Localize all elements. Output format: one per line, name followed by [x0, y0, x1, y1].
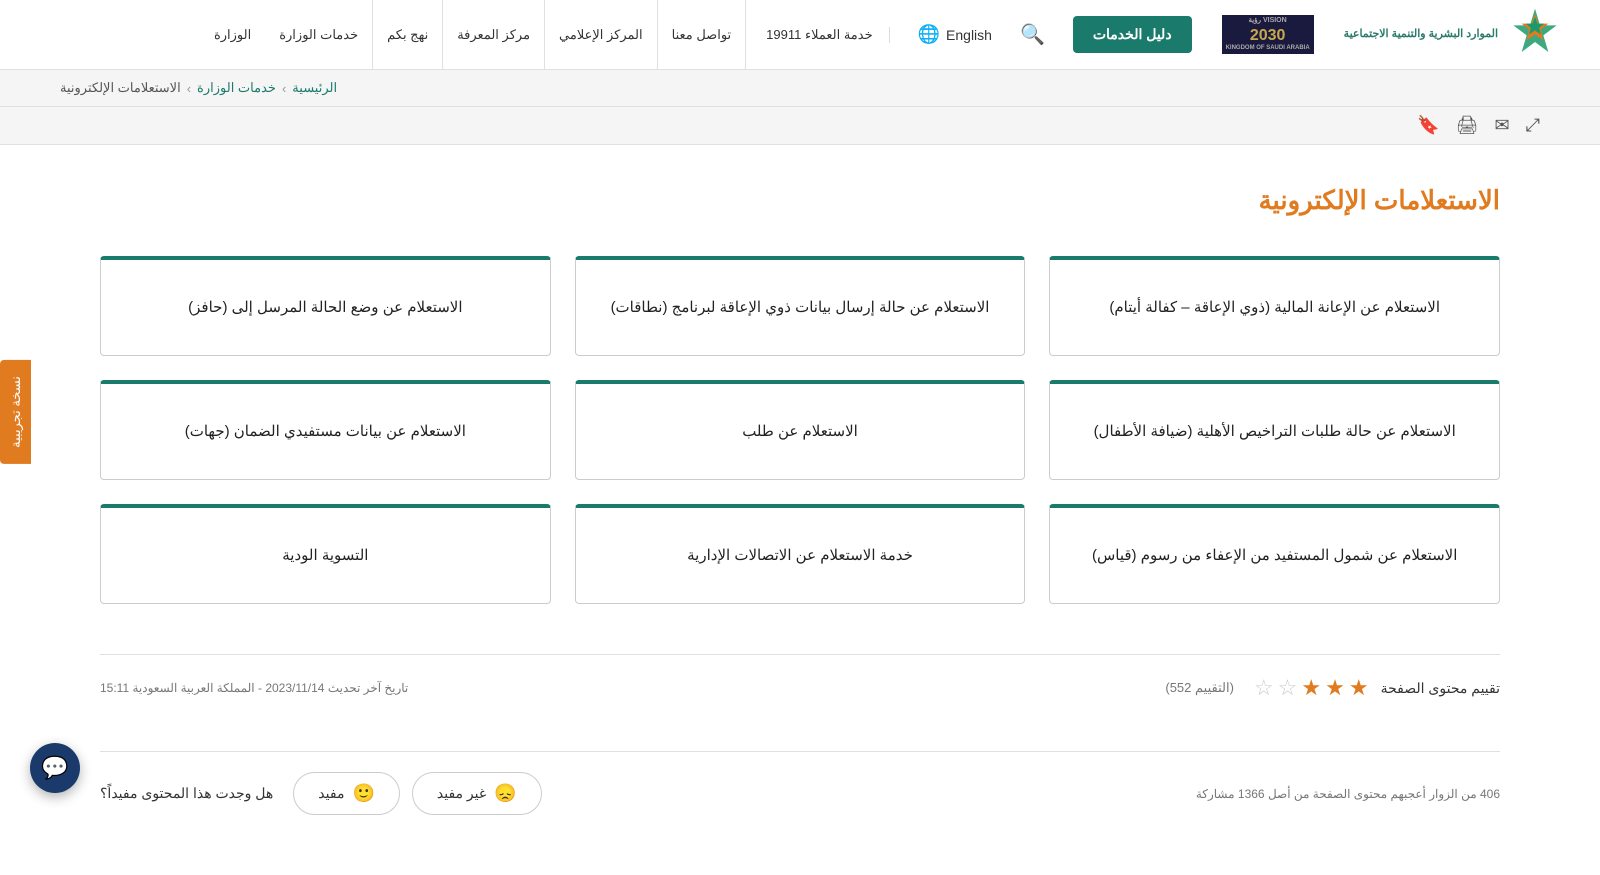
header: الموارد البشرية والتنمية الاجتماعية VISI… — [0, 0, 1600, 70]
card-text-4: الاستعلام عن طلب — [742, 419, 858, 445]
breadcrumb: الرئيسية › خدمات الوزارة › الاستعلامات ا… — [0, 70, 1600, 107]
not-useful-label: غير مفيد — [437, 785, 486, 802]
rating-count: (التقييم 552) — [1165, 680, 1234, 696]
breadcrumb-sep-2: › — [187, 81, 191, 96]
rating-right: تقييم محتوى الصفحة ☆ ☆ ★ ★ ★ (التقييم 55… — [1165, 675, 1500, 701]
card-children-license[interactable]: الاستعلام عن حالة طلبات التراخيص الأهلية… — [1049, 380, 1500, 480]
useful-button[interactable]: 🙂 مفيد — [293, 772, 400, 815]
rating-stars[interactable]: ☆ ☆ ★ ★ ★ — [1254, 675, 1369, 701]
breadcrumb-home[interactable]: الرئيسية — [292, 80, 337, 96]
print-icon[interactable]: 🖨 — [1456, 115, 1479, 136]
card-financial-aid[interactable]: الاستعلام عن الإعانة المالية (ذوي الإعاق… — [1049, 256, 1500, 356]
language-selector[interactable]: English 🌐 — [918, 24, 992, 45]
language-label: English — [946, 27, 992, 43]
vision-text: VISION رؤية 2030 KINGDOM OF SAUDI ARABIA — [1222, 15, 1314, 54]
card-qiyas-exemption[interactable]: الاستعلام عن شمول المستفيد من الإعفاء من… — [1049, 504, 1500, 604]
card-settlement[interactable]: التسوية الودية — [100, 504, 551, 604]
not-useful-button[interactable]: 😞 غير مفيد — [412, 772, 542, 815]
feedback-section: 406 من الزوار أعجبهم محتوى الصفحة من أصل… — [100, 751, 1500, 835]
feedback-buttons: 😞 غير مفيد 🙂 مفيد — [293, 772, 541, 815]
update-date: تاريخ آخر تحديث 2023/11/14 - المملكة الع… — [100, 681, 408, 695]
card-admin-comm[interactable]: خدمة الاستعلام عن الاتصالات الإدارية — [575, 504, 1026, 604]
card-request-status[interactable]: الاستعلام عن طلب — [575, 380, 1026, 480]
search-icon[interactable]: 🔍 — [1020, 22, 1045, 47]
star-2[interactable]: ★ — [1325, 675, 1345, 701]
nav-item-ministry[interactable]: الوزارة — [200, 0, 265, 70]
useful-icon: 🙂 — [352, 783, 374, 804]
ministry-logo — [1510, 7, 1560, 62]
nav-item-knowledge[interactable]: مركز المعرفة — [443, 0, 545, 70]
star-3[interactable]: ★ — [1301, 675, 1321, 701]
toolbar: ⤢ ✉ 🖨 🔖 — [0, 107, 1600, 145]
services-button[interactable]: دليل الخدمات — [1073, 16, 1192, 53]
card-text-3: الاستعلام عن حالة طلبات التراخيص الأهلية… — [1094, 419, 1456, 445]
card-text-6: الاستعلام عن شمول المستفيد من الإعفاء من… — [1092, 543, 1457, 569]
chat-button[interactable]: 💬 — [30, 743, 80, 793]
card-text-8: التسوية الودية — [282, 543, 368, 569]
nav-item-nahj[interactable]: نهج بكم — [373, 0, 443, 70]
card-text-5: الاستعلام عن بيانات مستفيدي الضمان (جهات… — [185, 419, 466, 445]
not-useful-icon: 😞 — [494, 783, 516, 804]
side-tab-beta[interactable]: نسخة تجريبية — [0, 360, 31, 464]
vision-logo: VISION رؤية 2030 KINGDOM OF SAUDI ARABIA — [1222, 15, 1314, 54]
card-text-2: الاستعلام عن وضع الحالة المرسل إلى (حافز… — [188, 295, 462, 321]
nav-item-ministry-services[interactable]: خدمات الوزارة — [265, 0, 373, 70]
card-hafez-status[interactable]: الاستعلام عن وضع الحالة المرسل إلى (حافز… — [100, 256, 551, 356]
feedback-right: 😞 غير مفيد 🙂 مفيد هل وجدت هذا المحتوى مف… — [100, 772, 542, 815]
card-text-0: الاستعلام عن الإعانة المالية (ذوي الإعاق… — [1109, 295, 1440, 321]
nav-item-tawasul[interactable]: تواصل معنا — [658, 0, 747, 70]
star-4[interactable]: ☆ — [1278, 675, 1298, 701]
card-text-1: الاستعلام عن حالة إرسال بيانات ذوي الإعا… — [611, 295, 990, 321]
rating-label: تقييم محتوى الصفحة — [1381, 680, 1500, 697]
cards-grid: الاستعلام عن الإعانة المالية (ذوي الإعاق… — [100, 256, 1500, 604]
card-text-7: خدمة الاستعلام عن الاتصالات الإدارية — [687, 543, 913, 569]
breadcrumb-ministry-services[interactable]: خدمات الوزارة — [197, 80, 276, 96]
logo-area: الموارد البشرية والتنمية الاجتماعية — [1344, 7, 1560, 62]
breadcrumb-current: الاستعلامات الإلكترونية — [60, 80, 181, 96]
star-5[interactable]: ☆ — [1254, 675, 1274, 701]
main-content: الاستعلامات الإلكترونية الاستعلام عن الإ… — [0, 145, 1600, 875]
share-icon[interactable]: ⤢ — [1526, 115, 1540, 136]
rating-section: تقييم محتوى الصفحة ☆ ☆ ★ ★ ★ (التقييم 55… — [100, 654, 1500, 721]
page-title: الاستعلامات الإلكترونية — [100, 185, 1500, 216]
visitors-text: 406 من الزوار أعجبهم محتوى الصفحة من أصل… — [1196, 787, 1500, 801]
nav-menu: تواصل معنا المركز الإعلامي مركز المعرفة … — [40, 0, 746, 70]
bookmark-icon[interactable]: 🔖 — [1417, 115, 1439, 136]
useful-label: مفيد — [318, 785, 344, 802]
customer-service: خدمة العملاء 19911 — [766, 27, 889, 43]
nav-item-media[interactable]: المركز الإعلامي — [545, 0, 658, 70]
email-icon[interactable]: ✉ — [1495, 115, 1510, 136]
card-beneficiary-data[interactable]: الاستعلام عن بيانات مستفيدي الضمان (جهات… — [100, 380, 551, 480]
ministry-name: الموارد البشرية والتنمية الاجتماعية — [1344, 27, 1498, 42]
globe-icon: 🌐 — [918, 24, 940, 45]
breadcrumb-sep-1: › — [282, 81, 286, 96]
card-disability-data[interactable]: الاستعلام عن حالة إرسال بيانات ذوي الإعا… — [575, 256, 1026, 356]
star-1[interactable]: ★ — [1349, 675, 1369, 701]
feedback-question: هل وجدت هذا المحتوى مفيداً؟ — [100, 785, 273, 802]
